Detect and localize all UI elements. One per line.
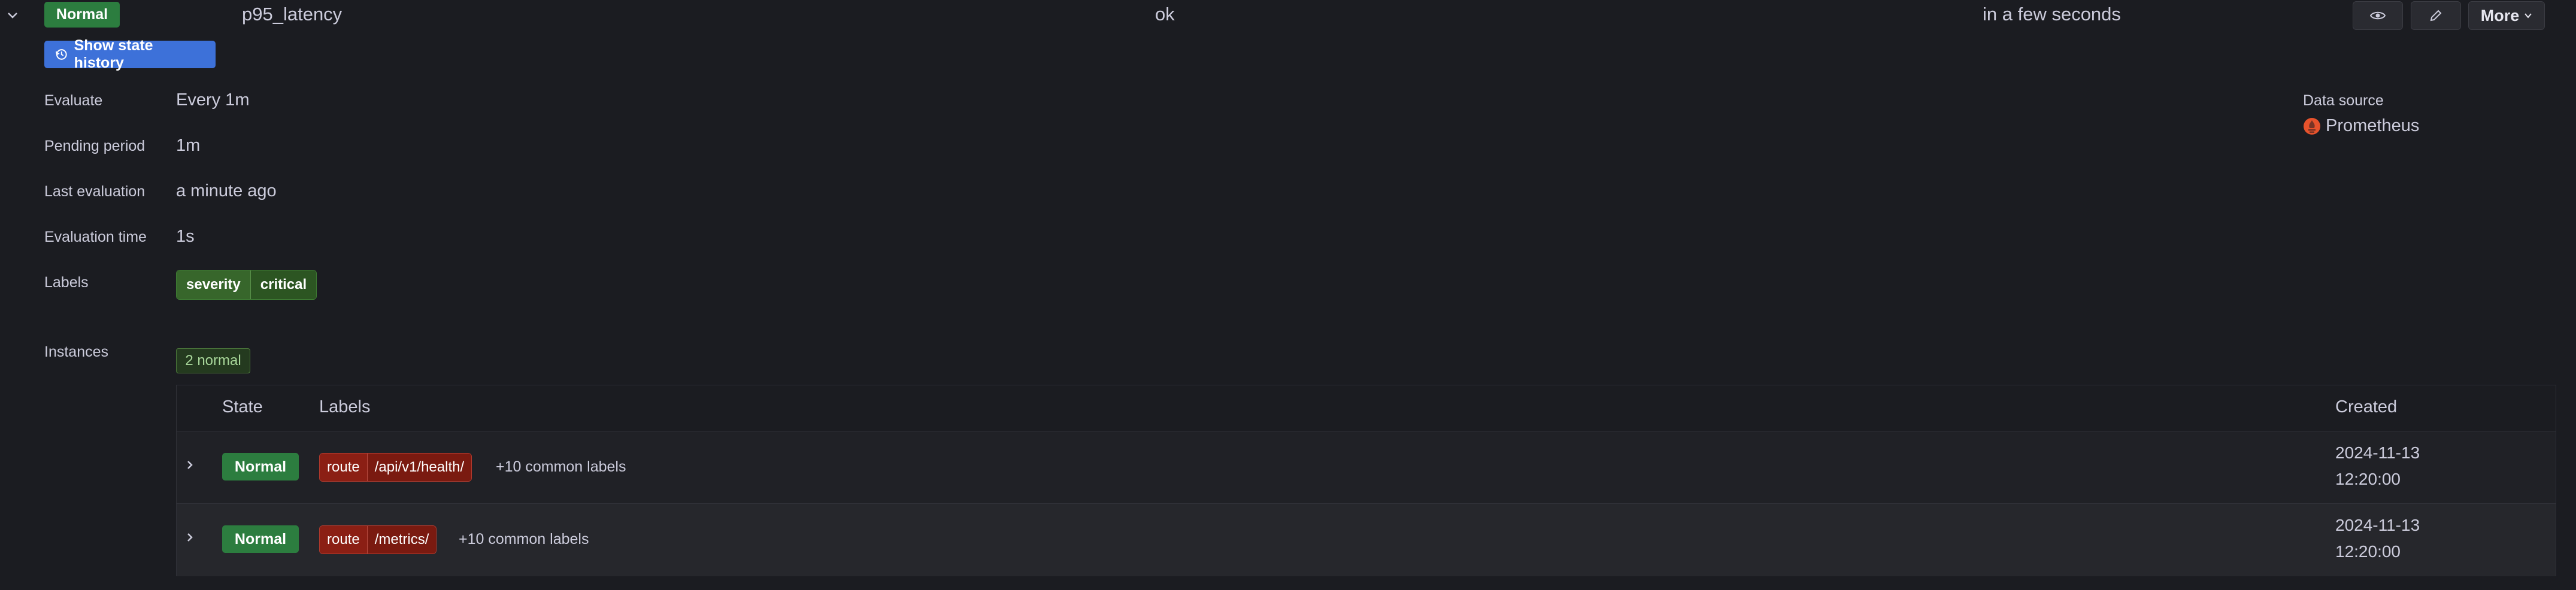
rule-name[interactable]: p95_latency: [242, 4, 342, 25]
table-header: State Labels Created: [177, 385, 2556, 431]
instances-table: State Labels Created Normal route /api/v…: [176, 385, 2556, 576]
expand-row-icon[interactable]: [185, 459, 197, 473]
evaluation-time-label: Evaluation time: [44, 229, 147, 245]
severity-label-pill: severity critical: [176, 270, 317, 300]
header-created: Created: [2335, 397, 2398, 416]
label-key: route: [320, 454, 368, 481]
common-labels-link[interactable]: +10 common labels: [459, 531, 589, 548]
instances-count-badge: 2 normal: [176, 348, 250, 373]
pending-period-value: 1m: [176, 136, 201, 155]
table-row: Normal route /metrics/ +10 common labels…: [177, 503, 2556, 576]
label-value: /metrics/: [367, 526, 437, 553]
show-state-history-button[interactable]: Show state history: [44, 37, 216, 71]
instance-state-badge: Normal: [222, 525, 299, 553]
eye-icon: [2370, 11, 2386, 20]
data-source-name: Prometheus: [2326, 116, 2420, 135]
last-evaluation-label: Last evaluation: [44, 183, 146, 200]
edit-button[interactable]: [2411, 1, 2461, 30]
rule-health: ok: [1155, 4, 1175, 25]
expand-row-icon[interactable]: [185, 531, 197, 546]
table-row: Normal route /api/v1/health/ +10 common …: [177, 431, 2556, 503]
instances-label: Instances: [44, 343, 109, 360]
history-button-label: Show state history: [74, 37, 153, 71]
common-labels-link[interactable]: +10 common labels: [496, 458, 626, 476]
created-time: 12:20:00: [2335, 542, 2401, 561]
labels-label: Labels: [44, 274, 89, 291]
view-button[interactable]: [2353, 1, 2403, 30]
pending-period-label: Pending period: [44, 138, 146, 154]
created-date: 2024-11-13: [2335, 516, 2420, 534]
more-button[interactable]: More: [2468, 1, 2545, 30]
prometheus-icon: [2304, 117, 2320, 135]
label-value: /api/v1/health/: [367, 454, 472, 481]
header-labels: Labels: [319, 397, 371, 416]
more-label: More: [2480, 6, 2520, 25]
instance-state-badge: Normal: [222, 453, 299, 480]
route-label-pill: route /metrics/: [319, 525, 437, 554]
header-state: State: [222, 397, 263, 416]
created-time: 12:20:00: [2335, 470, 2401, 488]
label-key: severity: [177, 270, 251, 299]
created-date: 2024-11-13: [2335, 443, 2420, 462]
pencil-icon: [2430, 10, 2442, 22]
label-value: critical: [250, 270, 317, 299]
collapse-rule-icon[interactable]: [6, 4, 24, 28]
evaluation-time-value: 1s: [176, 227, 195, 246]
data-source-value[interactable]: Prometheus: [2303, 116, 2419, 136]
evaluate-value: Every 1m: [176, 90, 250, 110]
data-source-label: Data source: [2303, 92, 2384, 109]
evaluate-label: Evaluate: [44, 92, 103, 109]
route-label-pill: route /api/v1/health/: [319, 453, 472, 482]
rule-state-badge: Normal: [44, 2, 120, 28]
rule-next-evaluation: in a few seconds: [1983, 4, 2121, 25]
history-icon: [56, 49, 67, 60]
last-evaluation-value: a minute ago: [176, 181, 277, 200]
chevron-down-icon: [2525, 13, 2532, 19]
label-key: route: [320, 526, 368, 553]
